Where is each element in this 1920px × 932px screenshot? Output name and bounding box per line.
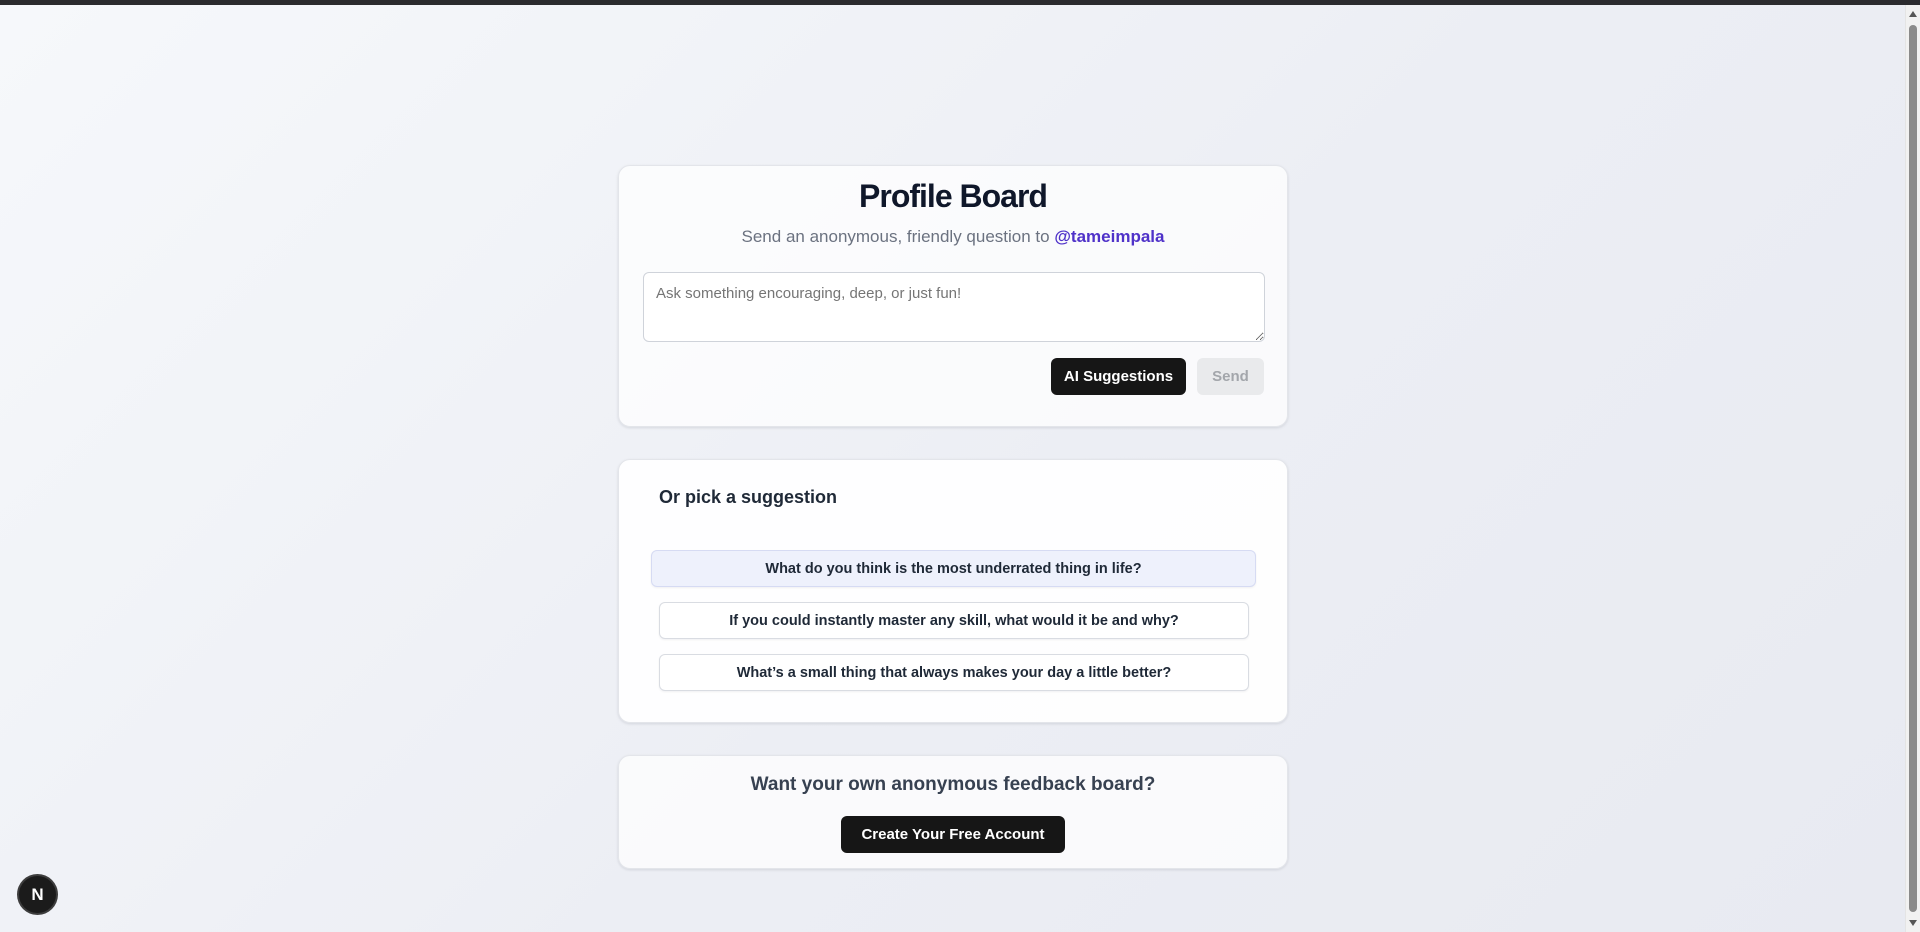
profile-handle[interactable]: @tameimpala — [1054, 227, 1164, 246]
page-title: Profile Board — [859, 178, 1048, 214]
page-subtitle: Send an anonymous, friendly question to … — [619, 227, 1287, 247]
page-scrollbar[interactable] — [1905, 5, 1920, 932]
scroll-down-arrow-icon[interactable] — [1909, 920, 1917, 926]
signup-cta-card: Want your own anonymous feedback board? … — [618, 755, 1288, 869]
scroll-up-arrow-icon[interactable] — [1909, 11, 1917, 17]
ai-suggestions-button[interactable]: AI Suggestions — [1051, 358, 1186, 395]
scrollbar-thumb[interactable] — [1909, 25, 1917, 912]
suggestion-item[interactable]: What’s a small thing that always makes y… — [659, 654, 1249, 691]
suggestion-item[interactable]: What do you think is the most underrated… — [651, 550, 1256, 587]
create-account-button[interactable]: Create Your Free Account — [841, 816, 1065, 853]
subtitle-text: Send an anonymous, friendly question to — [741, 227, 1050, 246]
nextjs-icon[interactable]: N — [19, 876, 56, 913]
send-button[interactable]: Send — [1197, 358, 1264, 395]
suggestions-heading: Or pick a suggestion — [659, 487, 838, 507]
suggestions-card: Or pick a suggestion What do you think i… — [618, 459, 1288, 723]
question-card: Profile Board Send an anonymous, friendl… — [618, 165, 1288, 427]
question-input[interactable] — [643, 272, 1265, 342]
suggestion-item[interactable]: If you could instantly master any skill,… — [659, 602, 1249, 639]
nextjs-badge-letter: N — [31, 884, 44, 904]
window-top-edge — [0, 0, 1920, 5]
cta-heading: Want your own anonymous feedback board? — [750, 774, 1156, 795]
